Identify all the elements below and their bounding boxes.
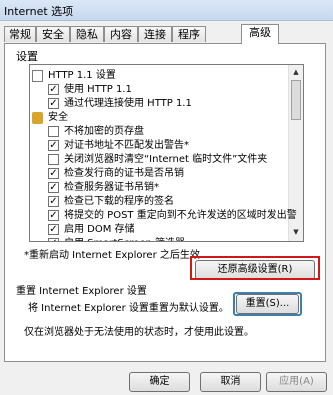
apply-button[interactable]: 应用(A) — [266, 372, 327, 392]
settings-list[interactable]: ▲ ▼ HTTP 1.1 设置 ✓ 使用 HTTP 1.1 ✓ 通过代理连接使用 HTT… — [29, 64, 304, 242]
cancel-button[interactable]: 取消 — [200, 372, 261, 392]
checkbox[interactable]: ✓ — [48, 168, 59, 179]
checkbox[interactable]: ✓ — [48, 210, 59, 221]
title-bar: Internet 选项 — [0, 0, 333, 21]
tab-privacy[interactable]: 隐私 — [70, 26, 104, 42]
tab-general[interactable]: 常规 — [4, 26, 36, 42]
reset-note: 仅在浏览器处于无法使用的状态时，才使用此设置。 — [24, 327, 254, 338]
checkbox[interactable]: ✓ — [48, 196, 59, 207]
scroll-up-icon[interactable]: ▲ — [290, 66, 302, 78]
checkbox[interactable]: ✓ — [48, 182, 59, 193]
category-label: 安全 — [48, 112, 68, 123]
document-icon — [32, 70, 43, 82]
horizontal-scrollbar[interactable] — [29, 231, 304, 243]
checkbox[interactable] — [48, 154, 59, 165]
item-label: 检查服务器证书吊销* — [64, 182, 159, 193]
reset-button[interactable]: 重置(S)... — [236, 294, 299, 314]
item-label: 通过代理连接使用 HTTP 1.1 — [64, 98, 192, 109]
checkbox[interactable] — [48, 126, 59, 137]
item-label: 检查已下载的程序的签名 — [64, 196, 174, 207]
highlight-box — [190, 256, 320, 280]
checkbox[interactable]: ✓ — [48, 84, 59, 95]
item-label: 不将加密的页存盘 — [64, 126, 144, 137]
item-label: 将提交的 POST 重定向到不允许发送的区域时发出警 — [64, 210, 297, 221]
tab-advanced[interactable]: 高级 — [241, 24, 279, 44]
restart-note: *重新启动 Internet Explorer 之后生效 — [24, 250, 200, 261]
window-title: Internet 选项 — [4, 5, 74, 18]
tab-connections[interactable]: 连接 — [138, 26, 172, 42]
reset-group-title: 重置 Internet Explorer 设置 — [16, 286, 147, 297]
item-label: 关闭浏览器时清空“Internet 临时文件”文件夹 — [64, 154, 268, 165]
item-label: 使用 HTTP 1.1 — [64, 84, 132, 95]
item-label: 对证书地址不匹配发出警告* — [64, 140, 189, 151]
tab-programs[interactable]: 程序 — [172, 26, 206, 42]
item-label: 检查发行商的证书是否吊销 — [64, 168, 184, 179]
category-label: HTTP 1.1 设置 — [48, 70, 116, 81]
checkbox[interactable]: ✓ — [48, 140, 59, 151]
reset-description: 将 Internet Explorer 设置重置为默认设置。 — [28, 303, 229, 314]
tab-content[interactable]: 内容 — [104, 26, 138, 42]
scroll-thumb[interactable] — [291, 80, 301, 120]
lock-icon — [32, 112, 43, 124]
settings-label: 设置 — [16, 50, 38, 63]
ok-button[interactable]: 确定 — [129, 372, 190, 392]
tab-security[interactable]: 安全 — [36, 26, 70, 42]
checkbox[interactable]: ✓ — [48, 98, 59, 109]
